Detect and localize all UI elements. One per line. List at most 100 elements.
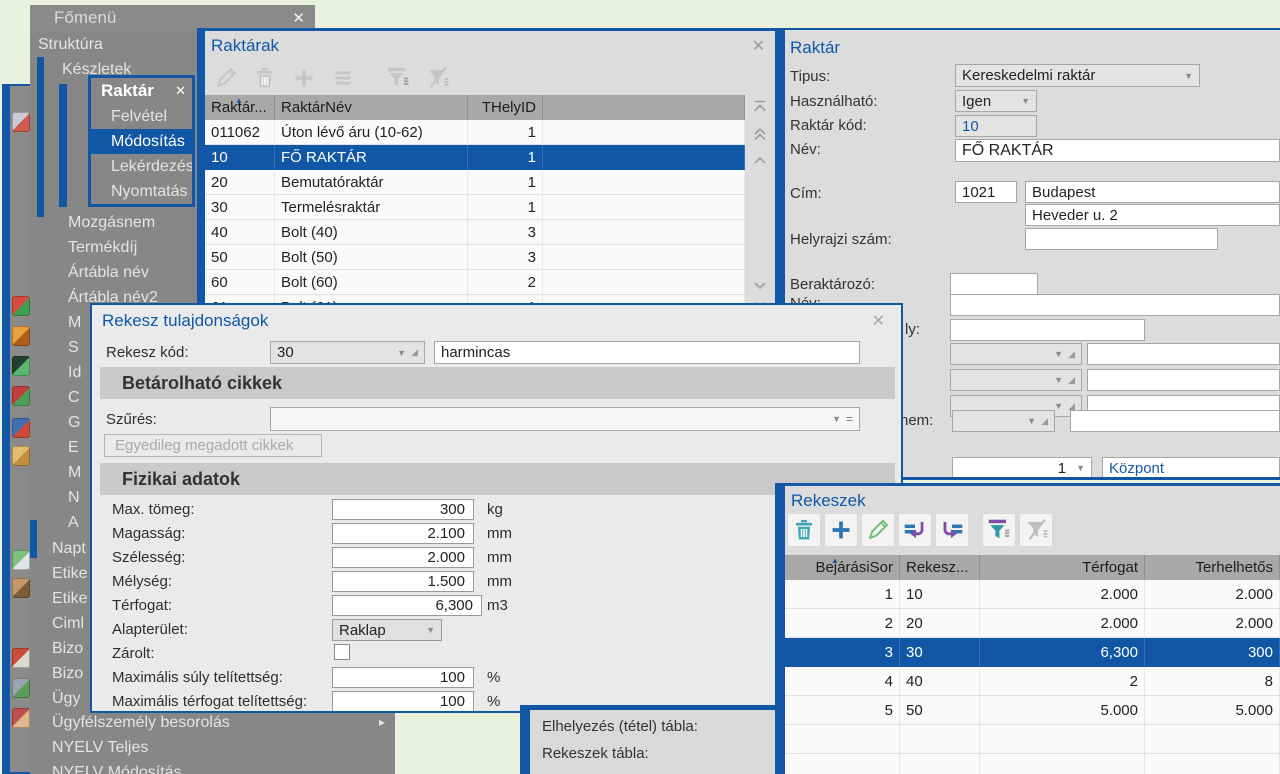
delete-icon[interactable] (252, 65, 278, 91)
scroll-down-icon[interactable] (752, 279, 768, 293)
app-icon-12[interactable] (12, 708, 30, 728)
combo-text-2[interactable] (1087, 369, 1280, 391)
rekesz-nev-field[interactable]: harmincas (434, 341, 860, 364)
column-header[interactable]: Raktár...▲ (205, 95, 275, 120)
sort-arrow-icon: ▲ (235, 96, 243, 105)
value-field[interactable]: 2.000 (332, 547, 474, 568)
cim-city-field[interactable]: Budapest (1025, 181, 1280, 203)
nev-field[interactable]: FŐ RAKTÁR (955, 139, 1280, 162)
tipus-value: Kereskedelmi raktár (962, 67, 1095, 84)
close-icon[interactable]: ✕ (175, 83, 186, 99)
column-header[interactable]: THelyID (468, 95, 543, 120)
filter-off-icon[interactable] (1019, 513, 1053, 547)
table-row-empty[interactable] (785, 725, 1280, 754)
hasznalhato-select[interactable]: Igen ▼ (955, 90, 1037, 112)
app-icon-7[interactable] (12, 446, 30, 466)
table-row[interactable]: 011062Úton lévő áru (10-62)1 (205, 120, 745, 145)
column-header[interactable]: Terhelhetős (1145, 555, 1280, 580)
edit-icon[interactable] (861, 513, 895, 547)
tipus-select[interactable]: Kereskedelmi raktár ▼ (955, 64, 1200, 87)
value-field[interactable]: 100 (332, 691, 474, 712)
column-header[interactable]: BejárásiSor▲ (785, 555, 900, 580)
nem-text[interactable] (1070, 410, 1280, 432)
hely-field[interactable] (950, 319, 1145, 341)
zarolt-checkbox[interactable] (334, 644, 350, 660)
alapterulet-select[interactable]: Raklap▼ (332, 619, 442, 641)
raktar-kod-field[interactable]: 10 (955, 115, 1037, 137)
close-icon[interactable]: ✕ (752, 36, 765, 56)
szures-select[interactable]: ▼ = (270, 407, 860, 431)
submenu-item[interactable]: Nyomtatás (91, 179, 192, 204)
table-row[interactable]: 2202.0002.000 (785, 609, 1280, 638)
rekesz-kod-select[interactable]: 30 ▼ ◢ (270, 341, 425, 364)
egyedileg-megadott-cikkek-button[interactable]: Egyedileg megadott cikkek (104, 434, 322, 457)
column-header[interactable] (543, 95, 745, 120)
import-icon[interactable] (898, 513, 932, 547)
menu-icon[interactable] (330, 65, 356, 91)
delete-icon[interactable] (787, 513, 821, 547)
table-row[interactable]: 50Bolt (50)3 (205, 245, 745, 270)
app-icon-3[interactable] (12, 326, 30, 346)
export-icon[interactable] (935, 513, 969, 547)
combo-select-1[interactable]: ▼ ◢ (950, 343, 1082, 365)
app-icon-11[interactable] (12, 678, 30, 698)
table-row[interactable]: 40Bolt (40)3 (205, 220, 745, 245)
column-header[interactable]: RaktárNév (275, 95, 468, 120)
scrollbar[interactable] (745, 95, 775, 312)
table-row[interactable]: 20Bemutatóraktár1 (205, 170, 745, 195)
filter-icon[interactable] (982, 513, 1016, 547)
edit-icon[interactable] (213, 65, 239, 91)
table-row[interactable]: 5505.0005.000 (785, 696, 1280, 725)
table-row-empty[interactable] (785, 754, 1280, 774)
table-row[interactable]: 30Termelésraktár1 (205, 195, 745, 220)
submenu-item[interactable]: Lekérdezés (91, 154, 192, 179)
submenu-item[interactable]: Felvétel (91, 104, 192, 129)
cim-street-field[interactable]: Heveder u. 2 (1025, 204, 1280, 226)
value-field[interactable]: 2.100 (332, 523, 474, 544)
scroll-to-top-icon[interactable] (752, 99, 768, 113)
add-icon[interactable] (824, 513, 858, 547)
value-field[interactable]: 1.500 (332, 571, 474, 592)
nem-select[interactable]: ▼ ◢ (952, 410, 1055, 432)
value-field[interactable]: 6,300 (332, 595, 482, 616)
table-row[interactable]: 60Bolt (60)2 (205, 270, 745, 295)
app-icon-1[interactable] (12, 112, 30, 132)
table-cell: 1 (468, 120, 543, 144)
app-icon-4[interactable] (12, 356, 30, 376)
close-icon[interactable]: ✕ (872, 311, 885, 331)
helyrajzi-field[interactable] (1025, 228, 1218, 250)
menu-item[interactable]: Ügyfélszemély besorolás▸ (30, 710, 395, 735)
beraktarozo-field[interactable] (950, 273, 1038, 295)
app-icon-8[interactable] (12, 550, 30, 570)
cim-zip-field[interactable]: 1021 (955, 181, 1017, 203)
combo-select-2[interactable]: ▼ ◢ (950, 369, 1082, 391)
combo-text-1[interactable] (1087, 343, 1280, 365)
table-row[interactable]: 3306,300300 (785, 638, 1280, 667)
nev2-field[interactable] (950, 294, 1280, 316)
submenu-item[interactable]: Módosítás (91, 129, 192, 154)
scroll-page-up-icon[interactable] (752, 127, 768, 141)
app-icon-9[interactable] (12, 578, 30, 598)
table-row[interactable]: 10FŐ RAKTÁR1 (205, 145, 745, 170)
app-icon-2[interactable] (12, 296, 30, 316)
scroll-up-icon[interactable] (752, 153, 768, 167)
close-icon[interactable]: ✕ (292, 9, 305, 27)
menu-item[interactable]: NYELV Módosítás (30, 760, 395, 774)
telephely-name-field[interactable]: Központ (1102, 457, 1280, 479)
app-icon-6[interactable] (12, 418, 30, 438)
column-header[interactable]: Térfogat (980, 555, 1145, 580)
filter-icon[interactable] (385, 65, 411, 91)
table-row[interactable]: 1102.0002.000 (785, 580, 1280, 609)
value-field[interactable]: 300 (332, 499, 474, 520)
table-row[interactable]: 44028 (785, 667, 1280, 696)
column-header[interactable]: Rekesz... (900, 555, 980, 580)
value-field[interactable]: 100 (332, 667, 474, 688)
field-label: Magasság: (112, 525, 185, 542)
filter-off-icon[interactable] (424, 65, 450, 91)
app-icon-10[interactable] (12, 648, 30, 668)
menu-item[interactable]: NYELV Teljes (30, 735, 395, 760)
app-icon-5[interactable] (12, 386, 30, 406)
add-icon[interactable] (291, 65, 317, 91)
telephely-num-select[interactable]: 1 ▼ (952, 457, 1092, 479)
table-cell: 011062 (205, 120, 275, 144)
